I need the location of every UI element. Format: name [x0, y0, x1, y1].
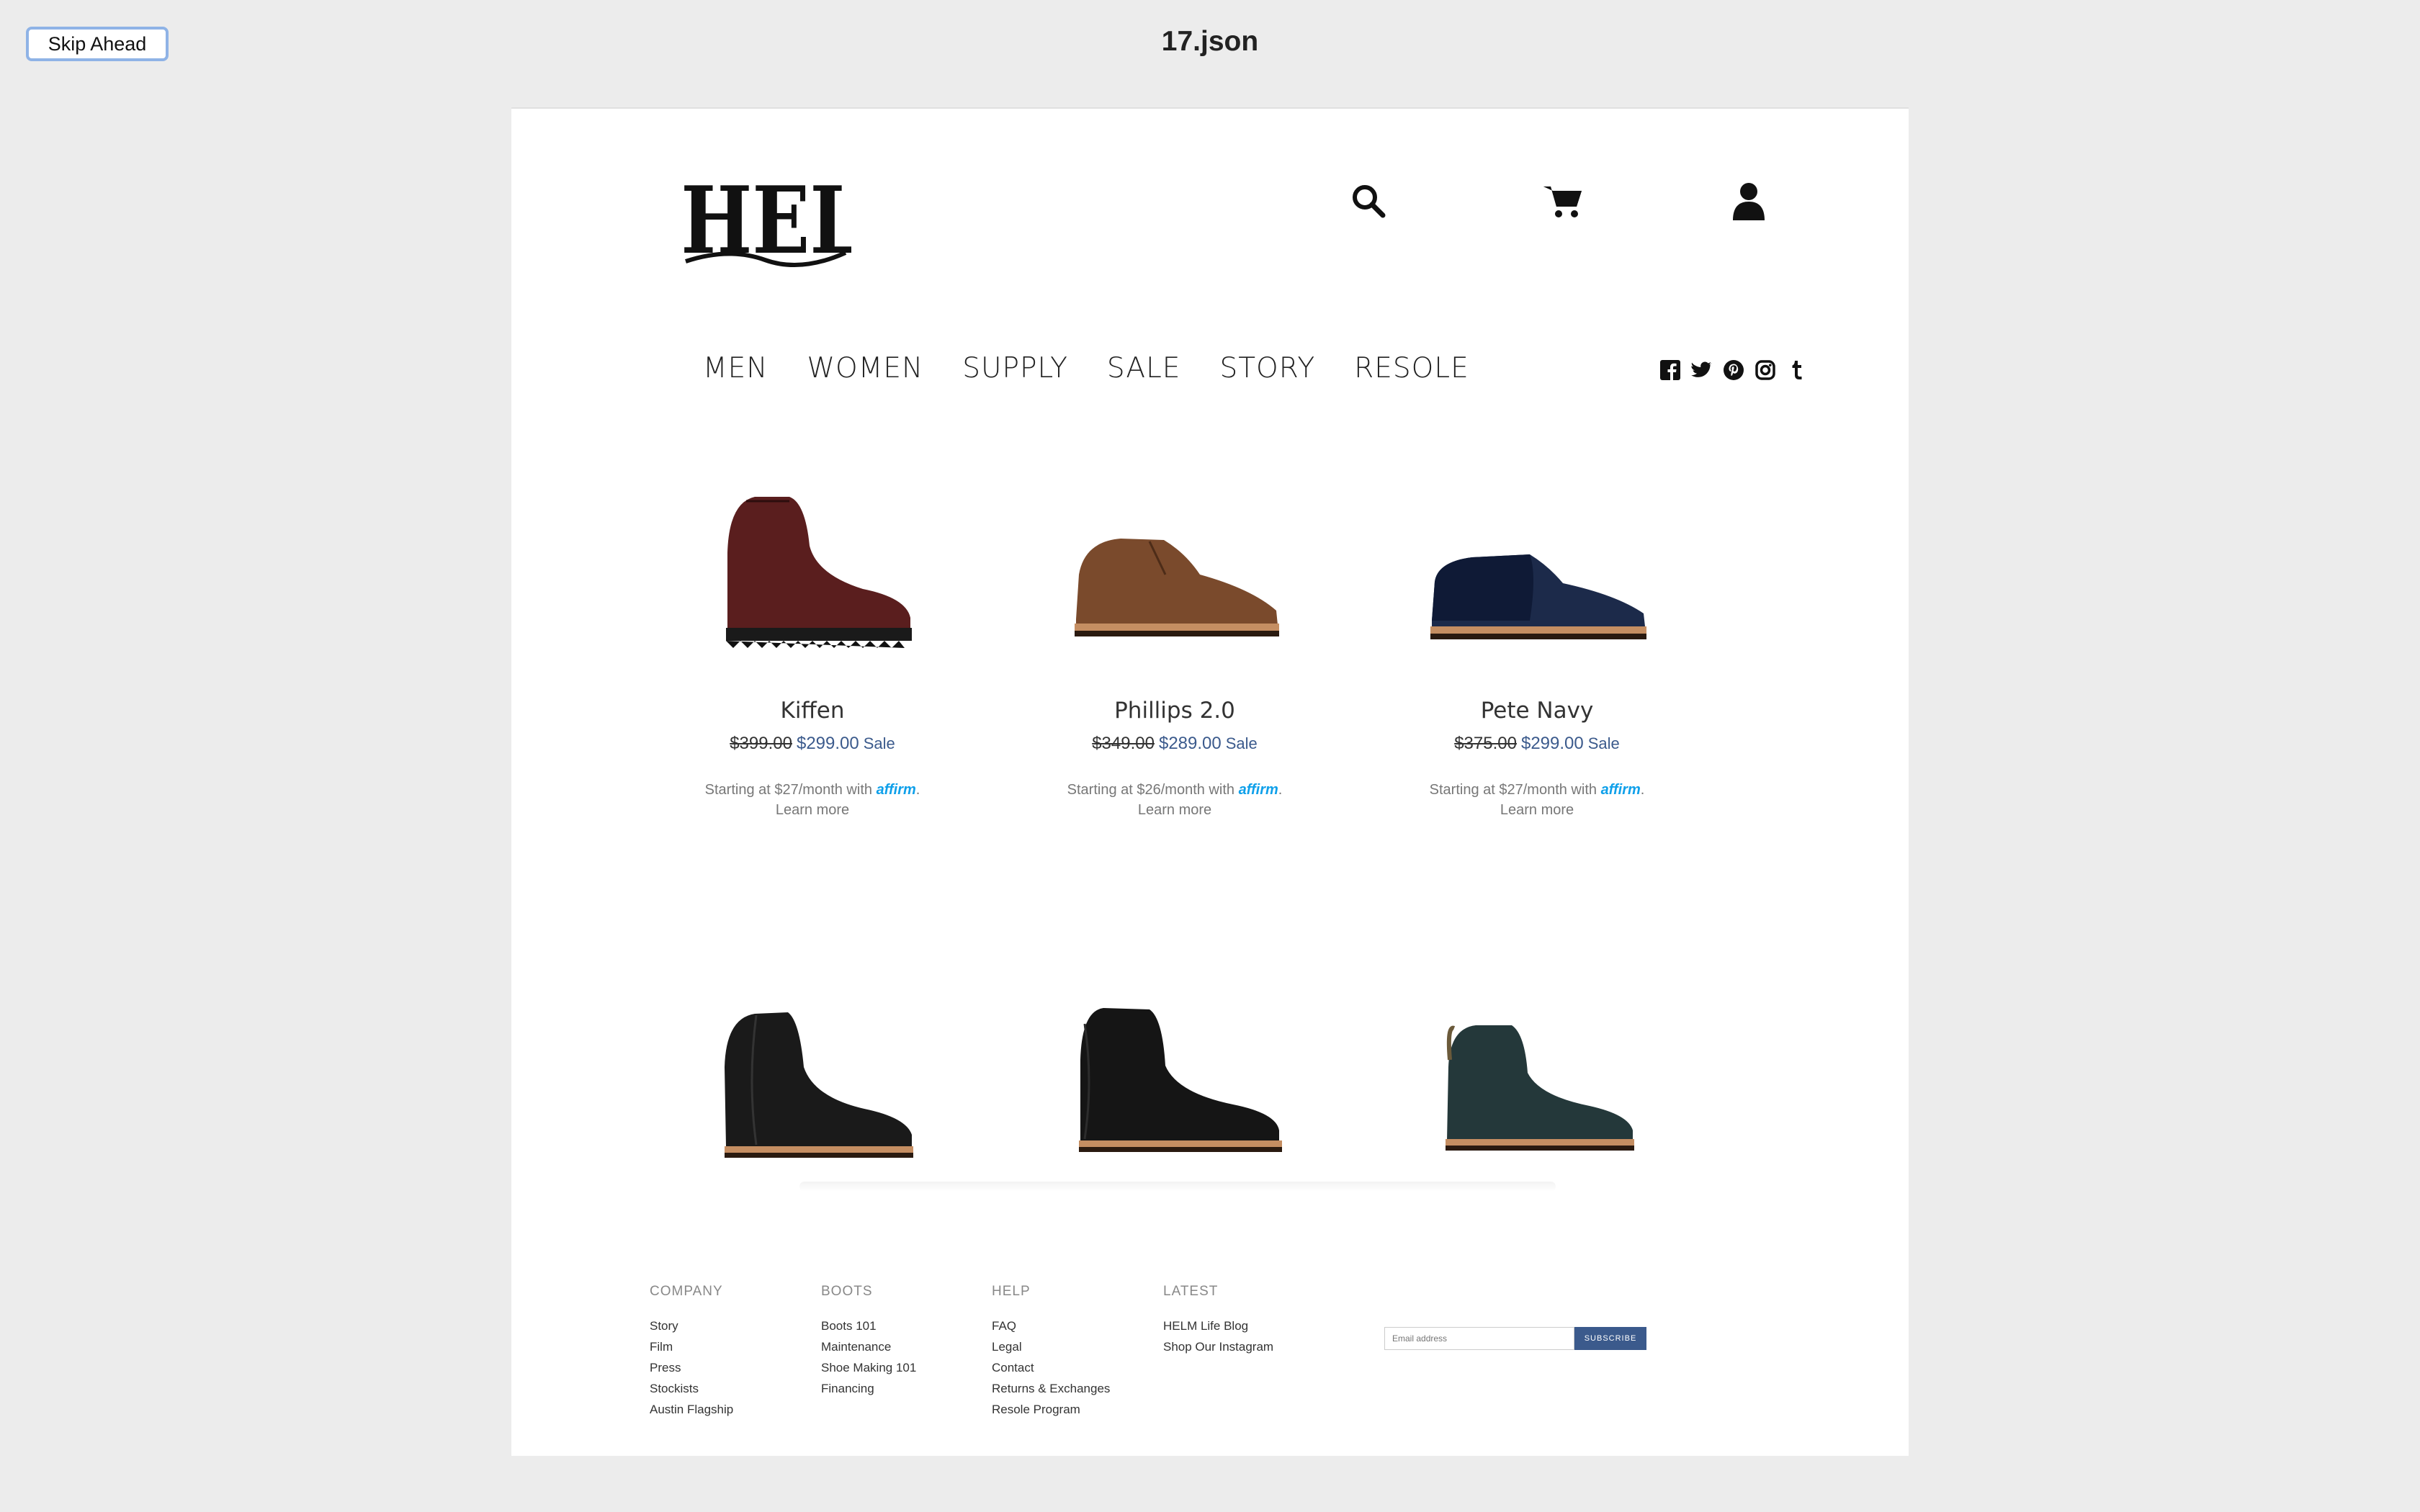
footer-heading: HELP: [992, 1284, 1031, 1299]
search-icon[interactable]: [1340, 172, 1397, 230]
sale-price: $289.00: [1158, 734, 1222, 753]
product-prices: $375.00 $299.00 Sale: [1386, 734, 1688, 754]
affirm-text: Starting at $27/month with: [1429, 782, 1597, 798]
subscribe-button[interactable]: SUBSCRIBE: [1574, 1327, 1646, 1350]
product-card: [661, 955, 964, 1193]
store-page: HELM MEN WOMEN SUPPLY SALE STORY RESOLE: [511, 107, 1909, 1456]
affirm-financing: Starting at $27/month with affirm. Learn…: [704, 782, 920, 818]
sale-tag: Sale: [863, 734, 895, 752]
footer-link-story[interactable]: Story: [650, 1315, 733, 1336]
footer-link-legal[interactable]: Legal: [992, 1336, 1110, 1357]
footer-link-instagram[interactable]: Shop Our Instagram: [1163, 1336, 1273, 1357]
product-card: Kiffen $399.00 $299.00 Sale Starting at $2…: [661, 441, 964, 820]
user-icon[interactable]: [1720, 172, 1778, 230]
page-title: 17.json: [1161, 26, 1259, 57]
product-image-phillips[interactable]: [1023, 441, 1326, 679]
footer-link-contact[interactable]: Contact: [992, 1357, 1110, 1378]
product-card: [1386, 955, 1688, 1193]
product-card: Phillips 2.0 $349.00 $289.00 Sale Starting…: [1023, 441, 1326, 820]
product-image-kiffen[interactable]: [661, 441, 964, 679]
footer-heading: COMPANY: [650, 1284, 723, 1299]
footer-link-film[interactable]: Film: [650, 1336, 733, 1357]
sale-price: $299.00: [1520, 734, 1584, 753]
footer-boots: BOOTS Boots 101 Maintenance Shoe Making …: [821, 1284, 916, 1399]
footer-heading: BOOTS: [821, 1284, 873, 1299]
old-price: $349.00: [1092, 734, 1155, 753]
affirm-logo: affirm: [1600, 782, 1641, 798]
nav-supply[interactable]: SUPPLY: [962, 352, 1068, 384]
tumblr-icon[interactable]: [1786, 359, 1808, 381]
footer-link-faq[interactable]: FAQ: [992, 1315, 1110, 1336]
main-nav: MEN WOMEN SUPPLY SALE STORY RESOLE: [703, 352, 1508, 384]
sale-tag: Sale: [1225, 734, 1258, 752]
footer-link-austin-flagship[interactable]: Austin Flagship: [650, 1399, 733, 1420]
nav-resole[interactable]: RESOLE: [1354, 352, 1469, 384]
product-image-pete-navy[interactable]: [1386, 441, 1688, 679]
product-name[interactable]: Kiffen: [661, 698, 964, 724]
product-card: [1023, 955, 1326, 1193]
twitter-icon[interactable]: [1691, 359, 1713, 381]
product-prices: $349.00 $289.00 Sale: [1023, 734, 1326, 754]
learn-more-link[interactable]: Learn more: [1138, 802, 1211, 818]
instagram-icon[interactable]: [1754, 359, 1776, 381]
cart-icon[interactable]: [1534, 172, 1592, 230]
footer-link-financing[interactable]: Financing: [821, 1378, 916, 1399]
footer-link-shoe-making-101[interactable]: Shoe Making 101: [821, 1357, 916, 1378]
affirm-logo: affirm: [1238, 782, 1278, 798]
footer-link-blog[interactable]: HELM Life Blog: [1163, 1315, 1273, 1336]
facebook-icon[interactable]: [1659, 359, 1681, 381]
old-price: $399.00: [730, 734, 792, 753]
helm-logo[interactable]: HELM: [678, 166, 946, 276]
product-image[interactable]: [1023, 955, 1326, 1193]
product-image[interactable]: [661, 955, 964, 1193]
footer-link-stockists[interactable]: Stockists: [650, 1378, 733, 1399]
footer-heading: LATEST: [1163, 1284, 1219, 1299]
nav-story[interactable]: STORY: [1219, 352, 1315, 384]
footer-link-boots-101[interactable]: Boots 101: [821, 1315, 916, 1336]
sale-tag: Sale: [1587, 734, 1620, 752]
product-name[interactable]: Pete Navy: [1386, 698, 1688, 724]
pinterest-icon[interactable]: [1723, 359, 1744, 381]
learn-more-link[interactable]: Learn more: [776, 802, 849, 818]
divider: [799, 1182, 1556, 1192]
old-price: $375.00: [1454, 734, 1517, 753]
nav-sale[interactable]: SALE: [1107, 352, 1181, 384]
nav-women[interactable]: WOMEN: [807, 352, 923, 384]
footer-link-resole-program[interactable]: Resole Program: [992, 1399, 1110, 1420]
affirm-financing: Starting at $27/month with affirm. Learn…: [1429, 782, 1645, 818]
product-prices: $399.00 $299.00 Sale: [661, 734, 964, 754]
email-field[interactable]: [1384, 1327, 1574, 1350]
product-image[interactable]: [1386, 955, 1688, 1193]
footer-link-returns[interactable]: Returns & Exchanges: [992, 1378, 1110, 1399]
affirm-financing: Starting at $26/month with affirm. Learn…: [1067, 782, 1283, 818]
affirm-text: Starting at $27/month with: [704, 782, 872, 798]
sale-price: $299.00: [796, 734, 859, 753]
social-links: [1659, 359, 1808, 381]
footer-link-maintenance[interactable]: Maintenance: [821, 1336, 916, 1357]
footer-link-press[interactable]: Press: [650, 1357, 733, 1378]
product-name[interactable]: Phillips 2.0: [1023, 698, 1326, 724]
footer-help: HELP FAQ Legal Contact Returns & Exchang…: [992, 1284, 1110, 1420]
nav-men[interactable]: MEN: [703, 352, 768, 384]
newsletter-form: SUBSCRIBE: [1384, 1327, 1646, 1350]
affirm-text: Starting at $26/month with: [1067, 782, 1234, 798]
learn-more-link[interactable]: Learn more: [1500, 802, 1574, 818]
footer-company: COMPANY Story Film Press Stockists Austi…: [650, 1284, 733, 1420]
product-card: Pete Navy $375.00 $299.00 Sale Starting at…: [1386, 441, 1688, 820]
affirm-logo: affirm: [876, 782, 916, 798]
footer-latest: LATEST HELM Life Blog Shop Our Instagram: [1163, 1284, 1273, 1357]
